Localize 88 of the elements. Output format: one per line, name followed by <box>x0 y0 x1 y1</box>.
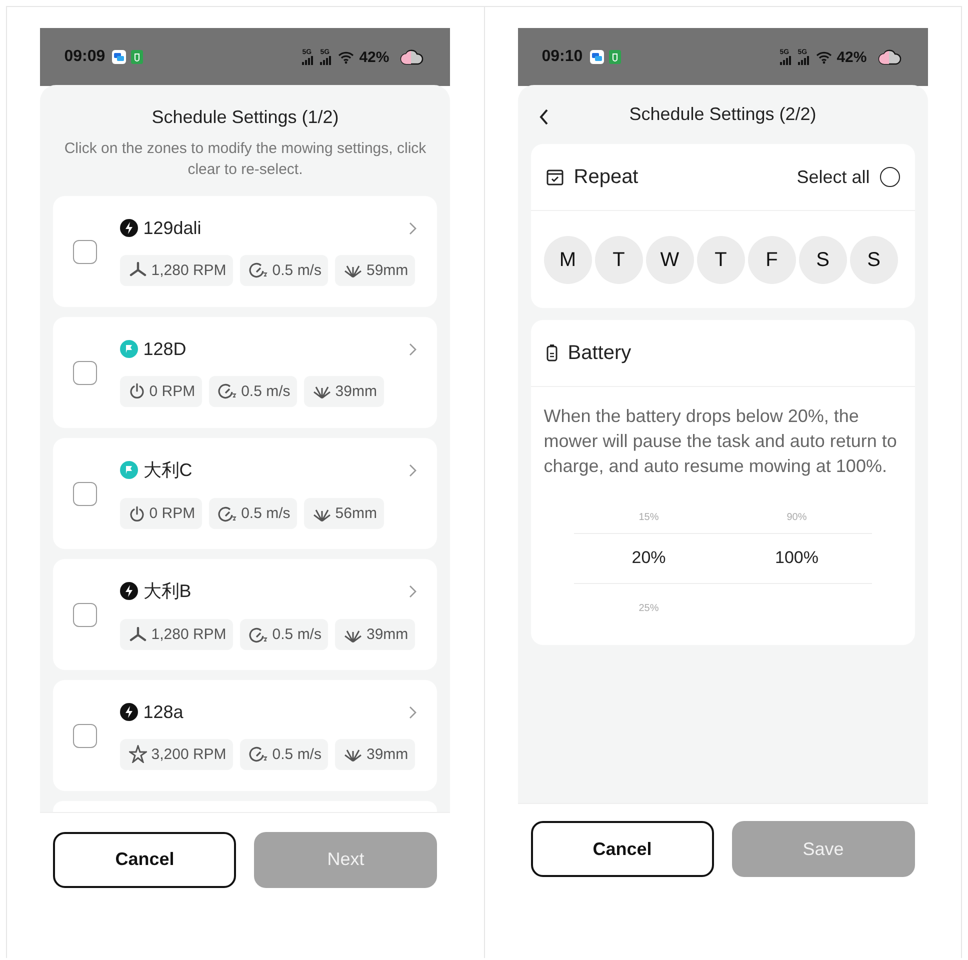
flag-icon <box>120 461 138 479</box>
setting-value: 39mm <box>366 626 408 643</box>
section-title: Battery <box>568 342 632 364</box>
signal-icon <box>798 56 810 65</box>
bolt-icon <box>120 703 138 721</box>
chevron-right-icon <box>409 464 418 476</box>
zone-card[interactable]: 129dali 1,280 RPM 0.5 m/s 59mm <box>53 196 438 307</box>
wifi-icon <box>816 50 832 64</box>
zone-name: 129dali <box>143 218 202 238</box>
footer-button[interactable]: Cancel <box>530 821 714 877</box>
chevron-right-icon <box>409 342 418 356</box>
signal-icon <box>302 56 314 65</box>
signal-icon <box>780 56 792 65</box>
weekday-toggle[interactable]: F <box>748 236 796 284</box>
chevron-right-icon <box>409 222 418 234</box>
chevron-right-icon <box>409 706 418 718</box>
status-time: 09:09 <box>64 48 106 66</box>
status-time: 09:10 <box>542 48 583 66</box>
battery-description: When the battery drops below 20%, the mower will pause the task and auto return to charge, and auto resume mowing at 100%. <box>542 405 898 478</box>
zone-name: 大利C <box>143 459 192 482</box>
speedometer-icon <box>249 746 268 762</box>
signal-icon <box>320 56 332 65</box>
zone-card[interactable]: 128D 0 RPM 0.5 m/s 39mm <box>53 317 438 428</box>
weekday-toggle[interactable]: W <box>646 236 694 284</box>
cloud-icon <box>400 49 424 65</box>
calendar-icon <box>546 168 564 186</box>
weekday-toggle[interactable]: M <box>544 236 592 284</box>
weekday-toggle[interactable]: S <box>850 236 898 284</box>
zone-card[interactable]: 大利C 0 RPM 0.5 m/s 56mm <box>53 438 438 549</box>
setting-value: 1,280 RPM <box>151 626 226 643</box>
speedometer-icon <box>218 383 238 399</box>
app-icon <box>608 50 621 64</box>
setting-value: 59mm <box>366 262 408 278</box>
picker-option[interactable]: 100% <box>775 548 818 568</box>
weekday-toggle[interactable]: T <box>594 236 643 284</box>
checkbox[interactable] <box>73 602 98 626</box>
fan-blade-icon <box>129 626 148 642</box>
setting-value: 3,200 RPM <box>151 746 226 762</box>
setting-value: 1,280 RPM <box>151 262 226 278</box>
chevron-right-icon <box>409 584 418 598</box>
chat-app-icon <box>590 50 604 64</box>
speedometer-icon <box>249 262 268 278</box>
bolt-icon <box>120 219 138 237</box>
checkbox[interactable] <box>73 240 98 264</box>
star-blade-icon <box>129 745 148 763</box>
cloud-icon <box>878 49 902 65</box>
weekday-toggle[interactable]: T <box>696 236 745 284</box>
weekday-toggle[interactable]: S <box>798 236 847 284</box>
battery-percent: 42% <box>359 48 390 66</box>
checkbox[interactable] <box>73 724 98 748</box>
checkbox[interactable] <box>73 360 98 384</box>
screen-title: Schedule Settings (2/2) <box>629 104 816 125</box>
picker-option[interactable]: 20% <box>632 548 666 568</box>
screen-title: Schedule Settings (1/2) <box>150 106 340 128</box>
battery-icon <box>546 344 558 362</box>
section-title: Repeat <box>574 166 638 188</box>
flag-icon <box>120 340 138 358</box>
zone-name: 128a <box>143 702 184 722</box>
setting-value: 56mm <box>335 505 377 522</box>
setting-value: 39mm <box>335 382 377 400</box>
zone-name: 大利B <box>143 580 192 603</box>
speedometer-icon <box>249 626 268 642</box>
zone-card[interactable]: 128a 3,200 RPM 0.5 m/s 39mm <box>53 680 438 791</box>
wifi-icon <box>338 50 354 64</box>
power-icon <box>129 506 146 522</box>
setting-value: 0.5 m/s <box>241 505 290 522</box>
setting-value: 0 RPM <box>149 382 196 400</box>
select-all-label: Select all <box>796 166 870 188</box>
checkbox[interactable] <box>73 482 98 506</box>
setting-value: 0.5 m/s <box>241 382 290 400</box>
setting-value: 0.5 m/s <box>272 746 322 762</box>
app-icon <box>131 50 144 64</box>
power-icon <box>129 383 146 399</box>
zone-name: 128D <box>143 338 186 360</box>
select-all-radio[interactable] <box>880 167 900 187</box>
setting-value: 0 RPM <box>149 505 196 522</box>
zone-card[interactable]: 大利B 1,280 RPM 0.5 m/s 39mm <box>53 559 438 670</box>
battery-percent: 42% <box>836 48 867 66</box>
setting-value: 0.5 m/s <box>272 262 322 278</box>
back-icon[interactable] <box>538 109 549 125</box>
setting-value: 0.5 m/s <box>272 626 322 643</box>
speedometer-icon <box>218 506 238 522</box>
fan-blade-icon <box>129 262 148 278</box>
instruction-text: Click on the zones to modify the mowing settings, click clear to re-select. <box>63 139 428 180</box>
setting-value: 39mm <box>366 746 408 762</box>
chat-app-icon <box>112 50 126 64</box>
footer-button[interactable]: Cancel <box>53 832 236 888</box>
bolt-icon <box>120 582 138 600</box>
